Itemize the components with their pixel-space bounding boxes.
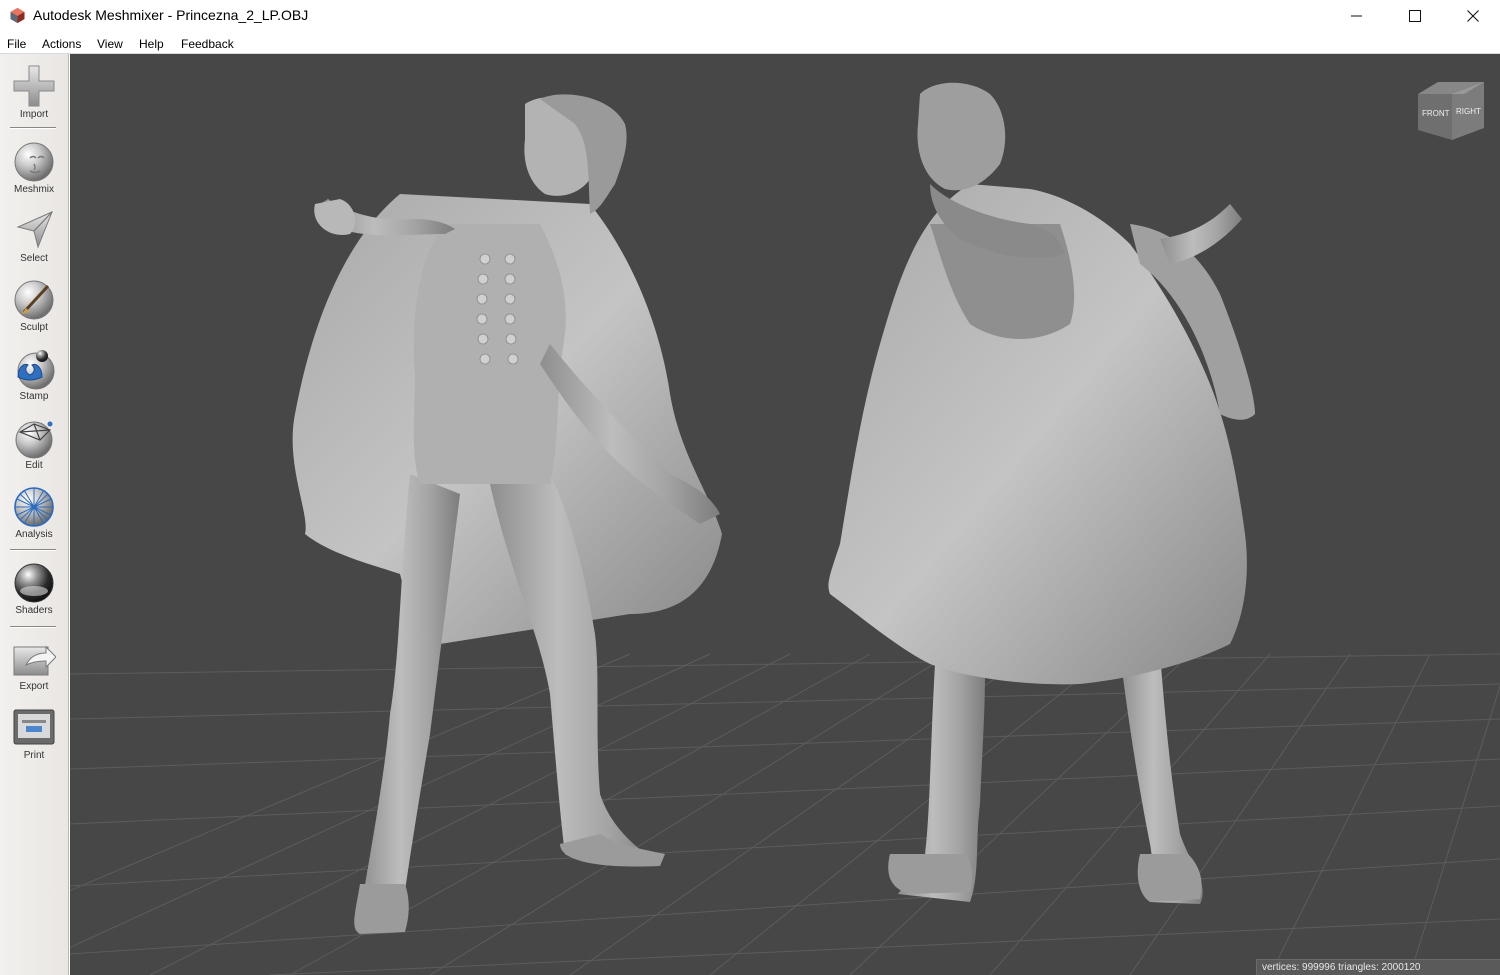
meshmix-tool-button[interactable]: Meshmix: [0, 140, 68, 204]
cursor-arrow-icon: [16, 211, 53, 249]
sculpt-tool-label: Sculpt: [20, 322, 48, 333]
minimize-icon: [1351, 15, 1362, 17]
printer-icon: [13, 709, 55, 745]
analysis-sphere-icon: [14, 487, 54, 527]
scene-canvas: [70, 82, 1500, 975]
tool-sidebar: Import Meshmix Select Sculpt Stamp Edit …: [0, 54, 69, 975]
model-front-figure: [292, 94, 722, 934]
maximize-icon: [1409, 10, 1421, 22]
import-tool-button[interactable]: Import: [0, 64, 68, 128]
menu-view[interactable]: View: [97, 37, 123, 51]
menu-bar: File Actions View Help Feedback: [0, 33, 1500, 54]
edit-tool-button[interactable]: Edit: [0, 416, 68, 480]
meshmix-tool-label: Meshmix: [13, 184, 54, 195]
edit-sphere-icon: [15, 421, 53, 459]
stamp-tool-button[interactable]: Stamp: [0, 347, 68, 411]
sculpt-tool-button[interactable]: Sculpt: [0, 278, 68, 342]
export-tool-label: Export: [19, 681, 49, 692]
viewcube-front-label: FRONT: [1422, 109, 1450, 118]
select-tool-label: Select: [20, 253, 48, 264]
shaders-tool-button[interactable]: Shaders: [0, 561, 68, 625]
maximize-button[interactable]: [1386, 0, 1444, 32]
brush-sphere-icon: [14, 280, 54, 320]
menu-feedback[interactable]: Feedback: [181, 37, 234, 51]
print-tool-label: Print: [23, 750, 45, 761]
stamp-icon: [17, 350, 55, 390]
shaders-tool-label: Shaders: [15, 605, 53, 616]
toolbar-divider: [10, 549, 56, 551]
floor-grid: [70, 653, 1500, 975]
view-cube[interactable]: FRONT RIGHT: [1416, 80, 1486, 146]
close-icon: [1467, 10, 1479, 22]
minimize-button[interactable]: [1328, 0, 1386, 32]
meshmixer-app-icon: [10, 8, 25, 23]
menu-actions[interactable]: Actions: [42, 37, 81, 51]
edit-tool-label: Edit: [25, 460, 43, 471]
menu-file[interactable]: File: [7, 37, 26, 51]
mesh-stats-status: vertices: 999996 triangles: 2000120: [1256, 959, 1500, 975]
shader-sphere-icon: [14, 563, 54, 603]
title-bar: Autodesk Meshmixer - Princezna_2_LP.OBJ: [0, 0, 1500, 32]
select-tool-button[interactable]: Select: [0, 209, 68, 273]
stamp-tool-label: Stamp: [19, 391, 49, 402]
analysis-tool-button[interactable]: Analysis: [0, 485, 68, 549]
model-back-figure: [828, 82, 1255, 904]
toolbar-divider: [10, 127, 56, 129]
close-button[interactable]: [1444, 0, 1500, 32]
plus-icon: [13, 65, 55, 107]
3d-viewport[interactable]: FRONT RIGHT vertices: 999996 triangles: …: [70, 54, 1500, 975]
export-icon: [13, 645, 56, 676]
print-tool-button[interactable]: Print: [0, 706, 68, 770]
toolbar-divider: [10, 626, 56, 628]
meshmix-head-icon: [14, 142, 54, 182]
export-tool-button[interactable]: Export: [0, 637, 68, 701]
analysis-tool-label: Analysis: [15, 529, 53, 540]
viewcube-right-label: RIGHT: [1456, 107, 1481, 116]
menu-help[interactable]: Help: [139, 37, 164, 51]
window-title: Autodesk Meshmixer - Princezna_2_LP.OBJ: [33, 7, 309, 23]
import-tool-label: Import: [19, 109, 49, 120]
